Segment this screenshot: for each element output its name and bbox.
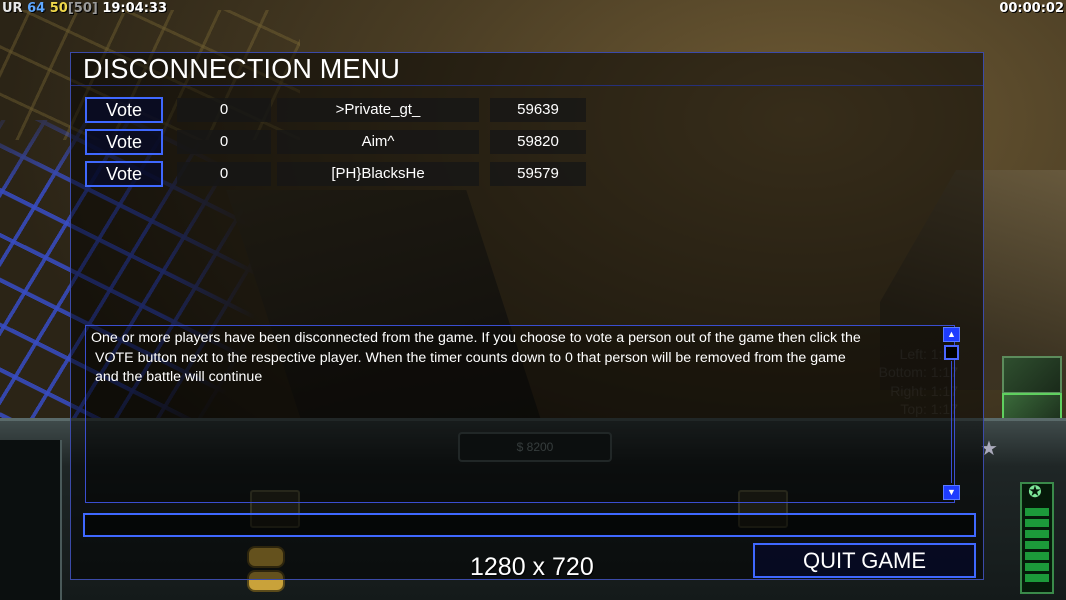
message-scrollbar[interactable]: ▲ ▼: [943, 325, 961, 503]
scroll-down-icon[interactable]: ▼: [943, 485, 960, 500]
quit-game-button[interactable]: QUIT GAME: [753, 543, 976, 578]
vote-count: 0: [177, 98, 271, 122]
disconnection-dialog: DISCONNECTION MENU Vote 0 >Private_gt_ 5…: [70, 52, 984, 580]
unit-thumbnail[interactable]: [1002, 356, 1062, 394]
hud-label: UR: [2, 1, 23, 16]
message-line: and the battle will continue: [95, 369, 263, 385]
power-meter-segment: [1025, 530, 1049, 538]
message-box[interactable]: One or more players have been disconnect…: [85, 325, 955, 503]
message-line: VOTE button next to the respective playe…: [95, 349, 846, 366]
vote-button[interactable]: Vote: [85, 129, 163, 155]
player-name: >Private_gt_: [277, 98, 479, 122]
hud-value: 64: [27, 1, 46, 16]
disconnect-message: One or more players have been disconnect…: [91, 329, 951, 388]
player-ping: 59579: [490, 162, 586, 186]
vote-button[interactable]: Vote: [85, 161, 163, 187]
vote-count: 0: [177, 130, 271, 154]
hud-clock: 19:04:33: [102, 1, 168, 16]
dialog-title: DISCONNECTION MENU: [83, 53, 401, 85]
hud-stats: UR 64 50[50] 19:04:33: [2, 0, 167, 18]
power-meter-segment: [1025, 508, 1049, 516]
game-timer: 00:00:02: [999, 1, 1064, 16]
power-meter-segment: [1025, 519, 1049, 527]
player-name: Aim^: [277, 130, 479, 154]
faction-emblem-icon: ✪: [1028, 484, 1042, 501]
vote-count: 0: [177, 162, 271, 186]
power-meter-segment: [1025, 541, 1049, 549]
minimap[interactable]: [0, 440, 62, 600]
message-line: One or more players have been disconnect…: [91, 330, 861, 346]
power-meter-segment: [1025, 552, 1049, 560]
player-ping: 59820: [490, 130, 586, 154]
vote-button[interactable]: Vote: [85, 97, 163, 123]
hud-value: 50: [49, 1, 68, 16]
player-ping: 59639: [490, 98, 586, 122]
resolution-label: 1280 x 720: [470, 553, 594, 581]
scroll-up-icon[interactable]: ▲: [943, 327, 960, 342]
scroll-thumb[interactable]: [944, 345, 959, 360]
title-divider: [71, 85, 983, 86]
power-meter-segment: [1025, 563, 1049, 571]
hud-value: [50]: [67, 1, 98, 16]
power-meter-segment: [1025, 574, 1049, 582]
scroll-track[interactable]: [951, 361, 952, 483]
chat-input[interactable]: [83, 513, 976, 537]
player-name: [PH}BlacksHe: [277, 162, 479, 186]
